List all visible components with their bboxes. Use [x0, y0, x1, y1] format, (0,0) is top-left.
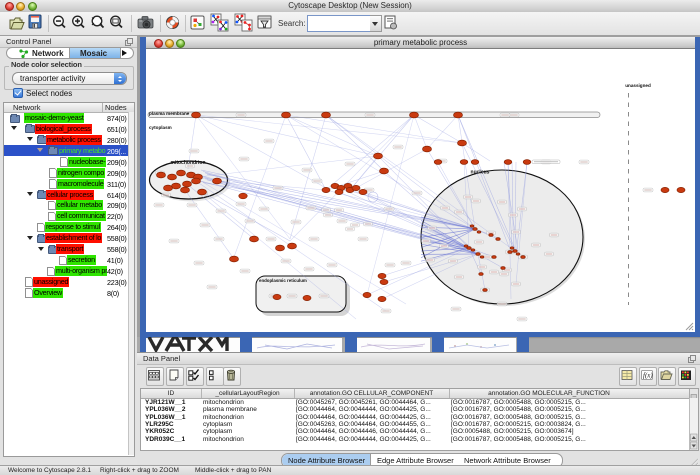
svg-text:cytoplasm: cytoplasm [149, 125, 172, 130]
svg-text:plasma membrane: plasma membrane [149, 111, 190, 116]
svg-text:unassigned: unassigned [625, 83, 651, 88]
svg-text:f(x): f(x) [643, 372, 653, 380]
svg-text:endoplasmic reticulum: endoplasmic reticulum [259, 278, 307, 283]
svg-text:nucleus: nucleus [471, 170, 490, 176]
